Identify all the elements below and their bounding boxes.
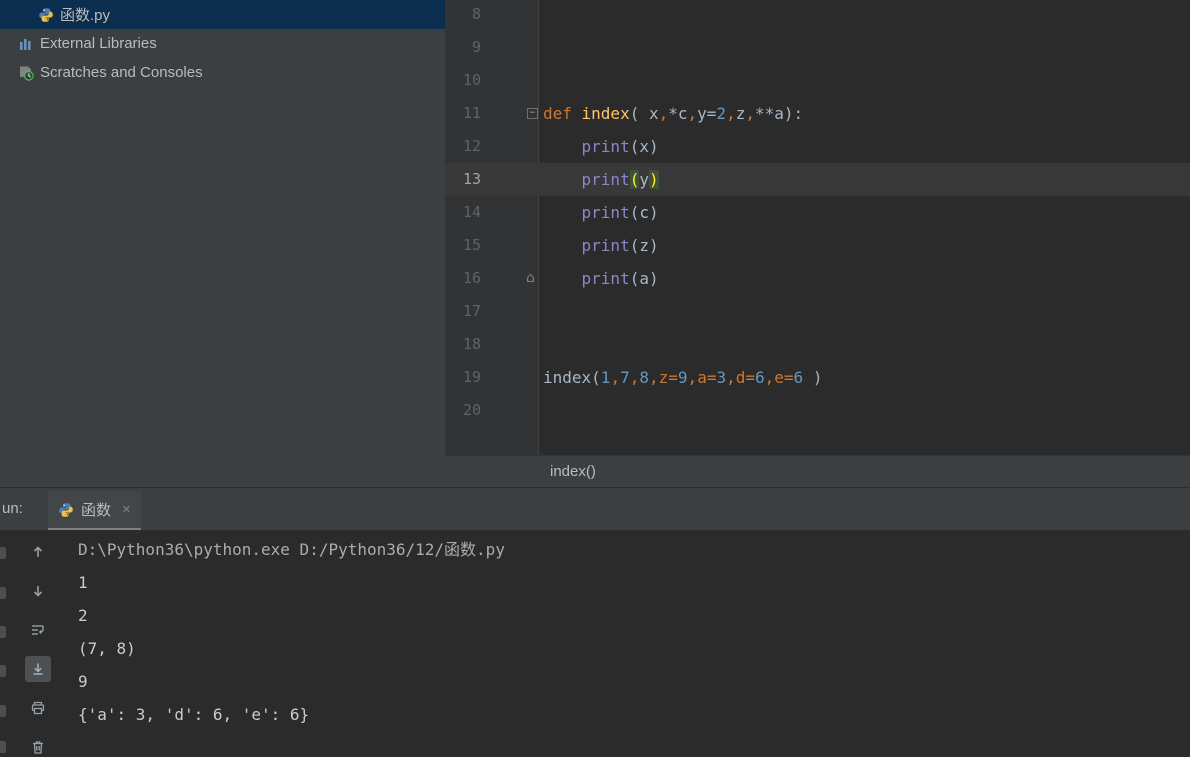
breadcrumb-bar: index() [445,455,1190,487]
code-line-16[interactable]: 16 ⌂ print(a) [445,262,1190,295]
line-number[interactable]: 12 [445,130,481,163]
console-output[interactable]: D:\Python36\python.exe D:/Python36/12/函数… [78,533,1190,757]
clear-button[interactable] [25,734,51,757]
print-icon [30,700,46,716]
editor-area: 8 9 10 11 − def index( x,*c,y=2,z,**a): 12 pri… [445,0,1190,487]
up-arrow-button[interactable] [25,539,51,565]
console-line: (7, 8) [78,639,136,658]
scratches-icon [18,65,34,81]
line-number[interactable]: 11 [445,97,481,130]
project-panel: 函数.py External Libraries Scratches and Con… [0,0,445,487]
fold-end-icon[interactable]: ⌂ [526,262,535,295]
code-line-8[interactable]: 8 [445,0,1190,31]
stripe-mark [0,741,6,753]
pycharm-window: 函数.py External Libraries Scratches and Con… [0,0,1190,757]
console-line: D:\Python36\python.exe D:/Python36/12/函数… [78,540,505,559]
project-item-label: 函数.py [60,7,111,24]
run-header: un: 函数 × [0,488,1190,531]
console-line: {'a': 3, 'd': 6, 'e': 6} [78,705,310,724]
line-number[interactable]: 20 [445,394,481,427]
line-number[interactable]: 10 [445,64,481,97]
run-tab[interactable]: 函数 × [48,491,141,530]
fold-collapse-icon[interactable]: − [527,108,538,119]
console-line: 9 [78,672,88,691]
scroll-to-end-button[interactable] [25,656,51,682]
close-tab-icon[interactable]: × [122,501,131,518]
code-line-11[interactable]: 11 − def index( x,*c,y=2,z,**a): [445,97,1190,130]
project-item-label: Scratches and Consoles [40,64,203,81]
print-button[interactable] [25,695,51,721]
project-item[interactable]: External Libraries [0,29,445,58]
clear-icon [30,739,46,755]
code-line-10[interactable]: 10 [445,64,1190,97]
console-toolbar [14,539,62,757]
line-number[interactable]: 13 [445,163,481,196]
code-line-18[interactable]: 18 [445,328,1190,361]
stripe-mark [0,705,6,717]
line-number[interactable]: 19 [445,361,481,394]
console-line: 1 [78,573,88,592]
line-number[interactable]: 16 [445,262,481,295]
up-arrow-icon [30,544,46,560]
line-number[interactable]: 9 [445,31,481,64]
project-item[interactable]: 函数.py [0,0,445,29]
line-number[interactable]: 18 [445,328,481,361]
down-arrow-button[interactable] [25,578,51,604]
code-line-12[interactable]: 12 print(x) [445,130,1190,163]
code-text: index(1,7,8,z=9,a=3,d=6,e=6 ) [543,368,823,387]
scroll-to-end-icon [30,661,46,677]
code-text: print(a) [581,269,659,288]
breadcrumb-scope[interactable]: index() [550,456,596,487]
line-number[interactable]: 8 [445,0,481,31]
stripe-mark [0,665,6,677]
code-text: print(x) [581,137,659,156]
code-text: print(z) [581,236,659,255]
external-libraries-icon [18,36,34,52]
run-panel: un: 函数 × D:\Python36\python.exe D:/Pytho… [0,487,1190,757]
run-console: D:\Python36\python.exe D:/Python36/12/函数… [0,531,1190,757]
code-line-19[interactable]: 19 index(1,7,8,z=9,a=3,d=6,e=6 ) [445,361,1190,394]
code-line-13[interactable]: 13 print(y) [445,163,1190,196]
code-text: def index( x,*c,y=2,z,**a): [543,104,804,123]
code-line-17[interactable]: 17 [445,295,1190,328]
code-text: print(y) [581,170,659,189]
line-number[interactable]: 17 [445,295,481,328]
code-line-20[interactable]: 20 [445,394,1190,427]
python-icon [58,502,74,518]
stripe-mark [0,547,6,559]
code-lines: 8 9 10 11 − def index( x,*c,y=2,z,**a): 12 pri… [445,0,1190,427]
line-number[interactable]: 14 [445,196,481,229]
soft-wrap-button[interactable] [25,617,51,643]
python-file-icon [38,7,54,23]
line-number[interactable]: 15 [445,229,481,262]
down-arrow-icon [30,583,46,599]
tool-window-stripe [0,531,10,757]
soft-wrap-icon [30,622,46,638]
run-window-label: un: [2,500,23,517]
code-line-14[interactable]: 14 print(c) [445,196,1190,229]
console-line: 2 [78,606,88,625]
project-item[interactable]: Scratches and Consoles [0,58,445,87]
code-line-15[interactable]: 15 print(z) [445,229,1190,262]
stripe-mark [0,587,6,599]
editor-code[interactable]: 8 9 10 11 − def index( x,*c,y=2,z,**a): 12 pri… [445,0,1190,455]
code-text: print(c) [581,203,659,222]
code-line-9[interactable]: 9 [445,31,1190,64]
stripe-mark [0,626,6,638]
run-tab-title: 函数 [81,502,112,519]
project-item-label: External Libraries [40,35,157,52]
project-tree: 函数.py External Libraries Scratches and Con… [0,0,445,87]
